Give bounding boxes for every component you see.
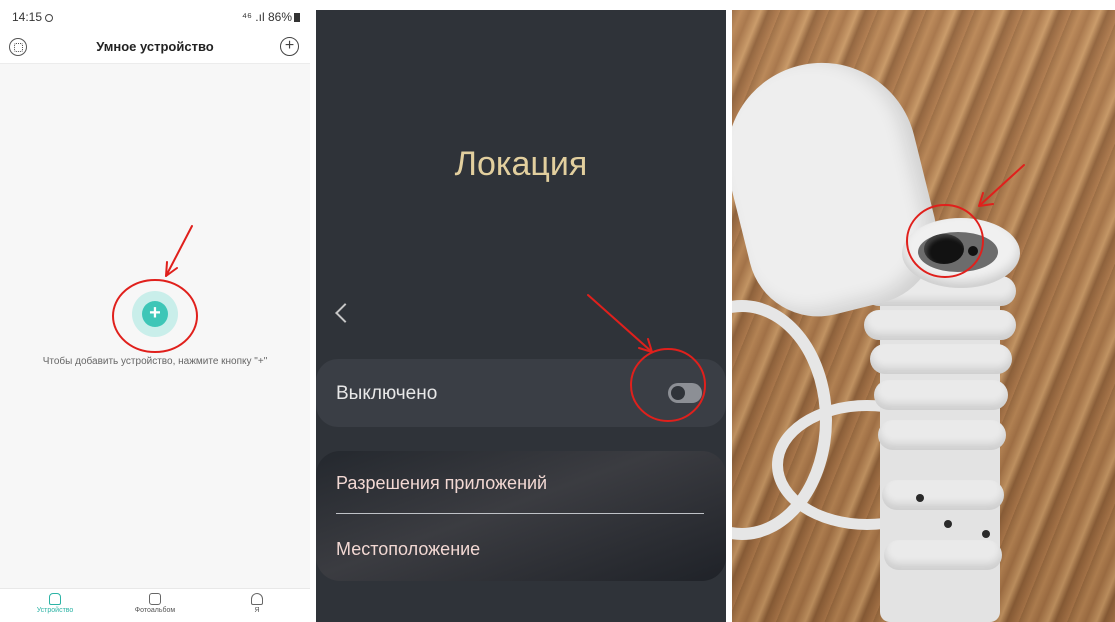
reset-button	[924, 234, 964, 264]
tab-me-label: Я	[254, 607, 260, 614]
add-device-header-button[interactable]: +	[280, 37, 299, 56]
location-menu-card: Разрешения приложений Местоположение	[316, 451, 726, 581]
photo-album-icon	[149, 593, 161, 605]
tab-me[interactable]: Я	[222, 593, 292, 614]
menu-item-app-permissions[interactable]: Разрешения приложений	[336, 473, 547, 494]
menu-item-location[interactable]: Местоположение	[336, 539, 480, 560]
device-ring	[874, 380, 1008, 410]
location-toggle-row[interactable]: Выключено	[316, 359, 726, 427]
device-ring	[882, 480, 1004, 510]
location-settings-screen: Локация Выключено Разрешения приложений …	[316, 10, 726, 622]
back-chevron-icon[interactable]	[335, 303, 355, 323]
led-indicator	[968, 246, 978, 256]
device-ring	[870, 344, 1012, 374]
tab-devices[interactable]: Устройство	[20, 593, 90, 614]
vent-hole	[944, 520, 952, 528]
device-ring	[878, 420, 1006, 450]
divider	[336, 513, 704, 514]
device-photo	[732, 10, 1115, 622]
page-title: Локация	[454, 145, 588, 183]
status-indicators: ⁴⁶ .ıl 86%	[242, 10, 300, 24]
vent-hole	[916, 494, 924, 502]
page-title: Умное устройство	[96, 39, 214, 54]
vent-hole	[982, 530, 990, 538]
battery-icon	[294, 13, 300, 22]
tab-photo-album-label: Фотоальбом	[134, 607, 176, 614]
location-dot-icon	[45, 14, 54, 22]
toggle-label: Выключено	[336, 383, 438, 404]
device-ring	[864, 310, 1016, 340]
tab-devices-label: Устройство	[36, 607, 74, 614]
location-toggle-switch[interactable]	[668, 383, 702, 403]
home-icon	[49, 593, 61, 605]
empty-state-hint: Чтобы добавить устройство, нажмите кнопк…	[42, 356, 268, 367]
add-device-button[interactable]: +	[142, 301, 168, 327]
device-ring	[884, 540, 1002, 570]
bottom-tab-bar: Устройство Фотоальбом Я	[0, 588, 310, 622]
smart-device-app-screen: 14:15 ⁴⁶ .ıl 86% Умное устройство + + Чт…	[0, 0, 310, 622]
status-bar: 14:15 ⁴⁶ .ıl 86%	[0, 0, 310, 32]
tab-photo-album[interactable]: Фотоальбом	[120, 593, 190, 614]
person-icon	[251, 593, 263, 605]
app-header: Умное устройство +	[0, 32, 310, 64]
toggle-knob	[671, 386, 685, 400]
status-time: 14:15	[12, 10, 54, 24]
